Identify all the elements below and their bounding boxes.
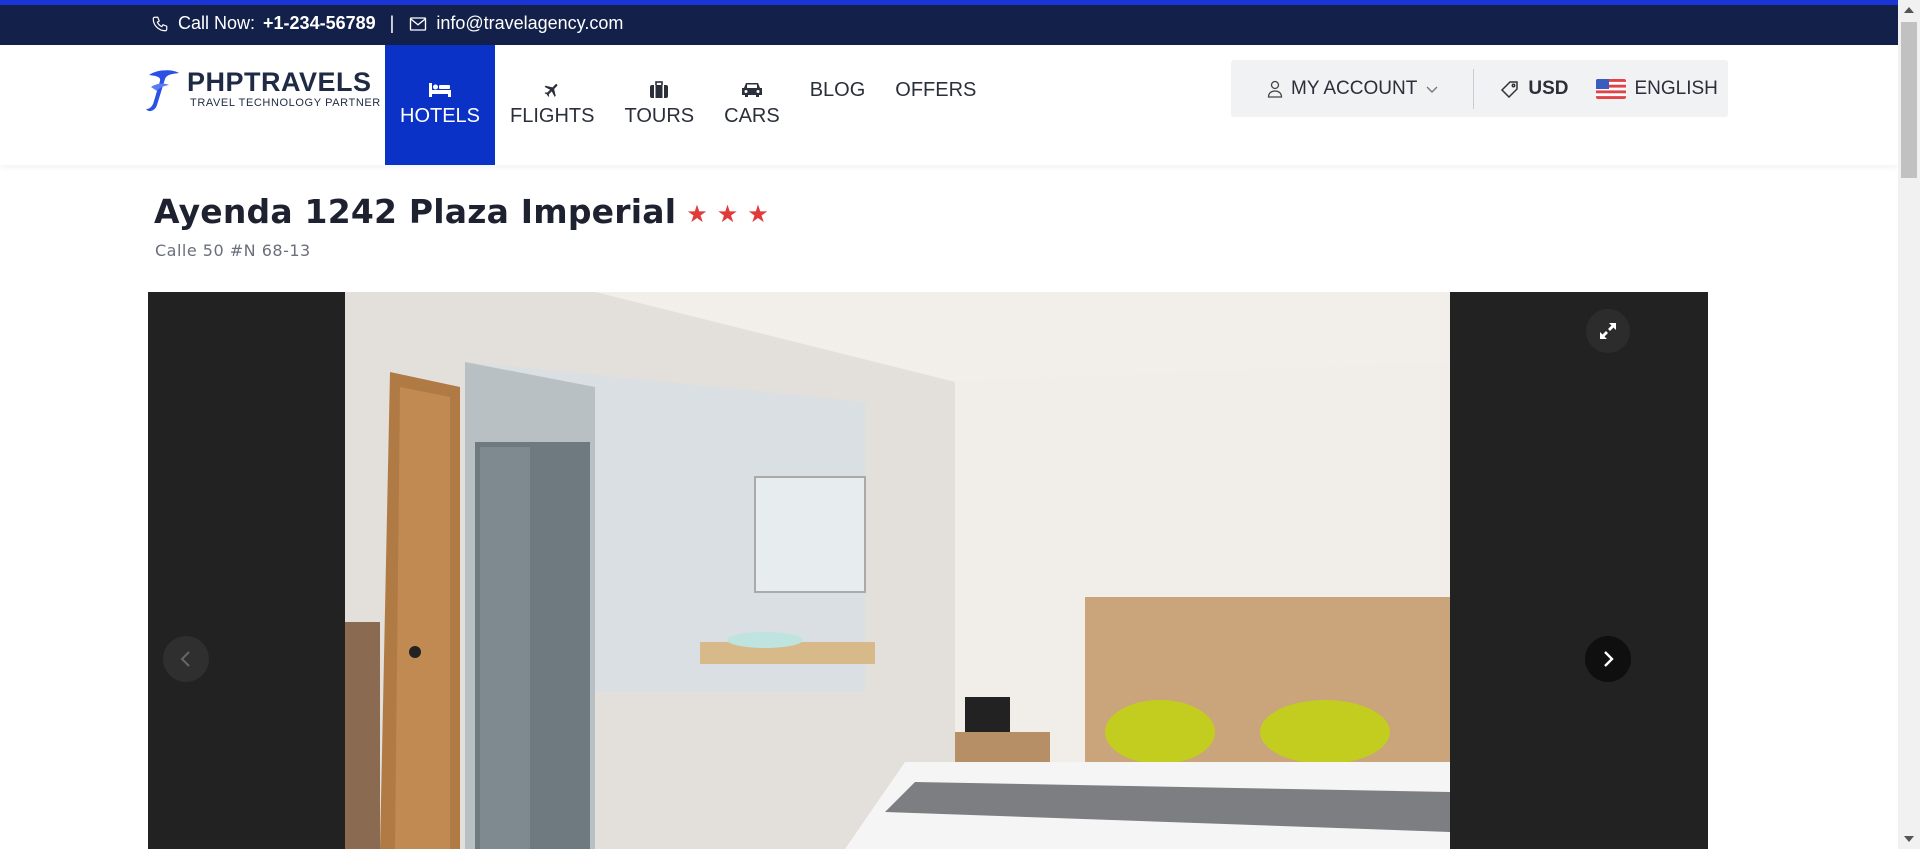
toolbar-divider (1473, 68, 1475, 109)
bed-icon (428, 79, 452, 101)
nav-tours[interactable]: TOURS (609, 45, 709, 165)
logo-title: PHPTRAVELS (187, 67, 372, 97)
star-icon: ★ (747, 201, 769, 228)
currency-selector[interactable]: USD (1500, 78, 1568, 100)
phone-number-link[interactable]: +1-234-56789 (263, 13, 376, 34)
contact-info: Call Now: +1-234-56789 | info@travelagen… (150, 13, 623, 34)
nav-cars-label: CARS (724, 105, 780, 127)
separator: | (389, 13, 395, 33)
logo[interactable]: PHPTRAVELS TRAVEL TECHNOLOGY PARTNER (143, 67, 381, 115)
logo-subtitle: TRAVEL TECHNOLOGY PARTNER (190, 97, 381, 109)
call-now-label: Call Now: (178, 13, 256, 33)
us-flag-icon (1596, 78, 1627, 99)
chevron-left-icon (180, 651, 190, 667)
chevron-down-icon (1426, 86, 1438, 93)
scroll-down-arrow-icon[interactable] (1898, 829, 1920, 849)
chevron-right-icon (1604, 651, 1614, 667)
language-label: ENGLISH (1634, 77, 1718, 99)
star-icon: ★ (686, 201, 708, 228)
expand-icon (1600, 323, 1616, 339)
plane-icon (543, 79, 561, 101)
nav-offers[interactable]: OFFERS (880, 45, 991, 165)
page-scrollbar[interactable] (1898, 0, 1920, 849)
car-icon (740, 79, 764, 101)
suitcase-icon (649, 79, 669, 101)
nav-tours-label: TOURS (624, 105, 695, 127)
tag-icon (1501, 80, 1519, 98)
hotel-heading: Ayenda 1242 Plaza Imperial ★ ★ ★ (154, 192, 769, 231)
hotel-name: Ayenda 1242 Plaza Imperial (154, 192, 677, 231)
logo-mark-icon (146, 70, 179, 112)
my-account-label: MY ACCOUNT (1291, 77, 1418, 99)
email-link[interactable]: info@travelagency.com (436, 13, 623, 34)
user-icon (1267, 80, 1283, 98)
hotel-address: Calle 50 #N 68-13 (155, 241, 311, 260)
scroll-up-arrow-icon[interactable] (1898, 0, 1920, 20)
nav-offers-label: OFFERS (895, 79, 977, 101)
main-nav: HOTELS FLIGHTS TOURS CARS BLOG OFFERS (385, 45, 991, 165)
gallery-next-button[interactable] (1585, 636, 1631, 682)
nav-flights[interactable]: FLIGHTS (495, 45, 609, 165)
photo-gallery (148, 292, 1708, 849)
account-toolbar: MY ACCOUNT USD ENGLISH (1231, 60, 1728, 117)
nav-hotels-label: HOTELS (400, 105, 481, 127)
language-selector[interactable]: ENGLISH (1596, 77, 1718, 100)
nav-flights-label: FLIGHTS (510, 105, 595, 127)
currency-label: USD (1528, 77, 1569, 99)
nav-blog-label: BLOG (809, 79, 866, 101)
top-info-bar: Call Now: +1-234-56789 | info@travelagen… (0, 0, 1898, 45)
gallery-prev-button[interactable] (163, 636, 209, 682)
phone-icon (150, 14, 170, 34)
my-account-dropdown[interactable]: MY ACCOUNT (1267, 78, 1439, 100)
nav-blog[interactable]: BLOG (795, 45, 881, 165)
scrollbar-thumb[interactable] (1901, 22, 1917, 178)
nav-cars[interactable]: CARS (709, 45, 795, 165)
mail-icon (408, 14, 428, 34)
main-header: PHPTRAVELS TRAVEL TECHNOLOGY PARTNER HOT… (0, 45, 1898, 165)
nav-hotels[interactable]: HOTELS (385, 45, 496, 165)
star-rating: ★ ★ ★ (686, 200, 769, 229)
hotel-room-photo[interactable] (345, 292, 1450, 849)
star-icon: ★ (716, 201, 739, 228)
fullscreen-button[interactable] (1586, 309, 1630, 353)
